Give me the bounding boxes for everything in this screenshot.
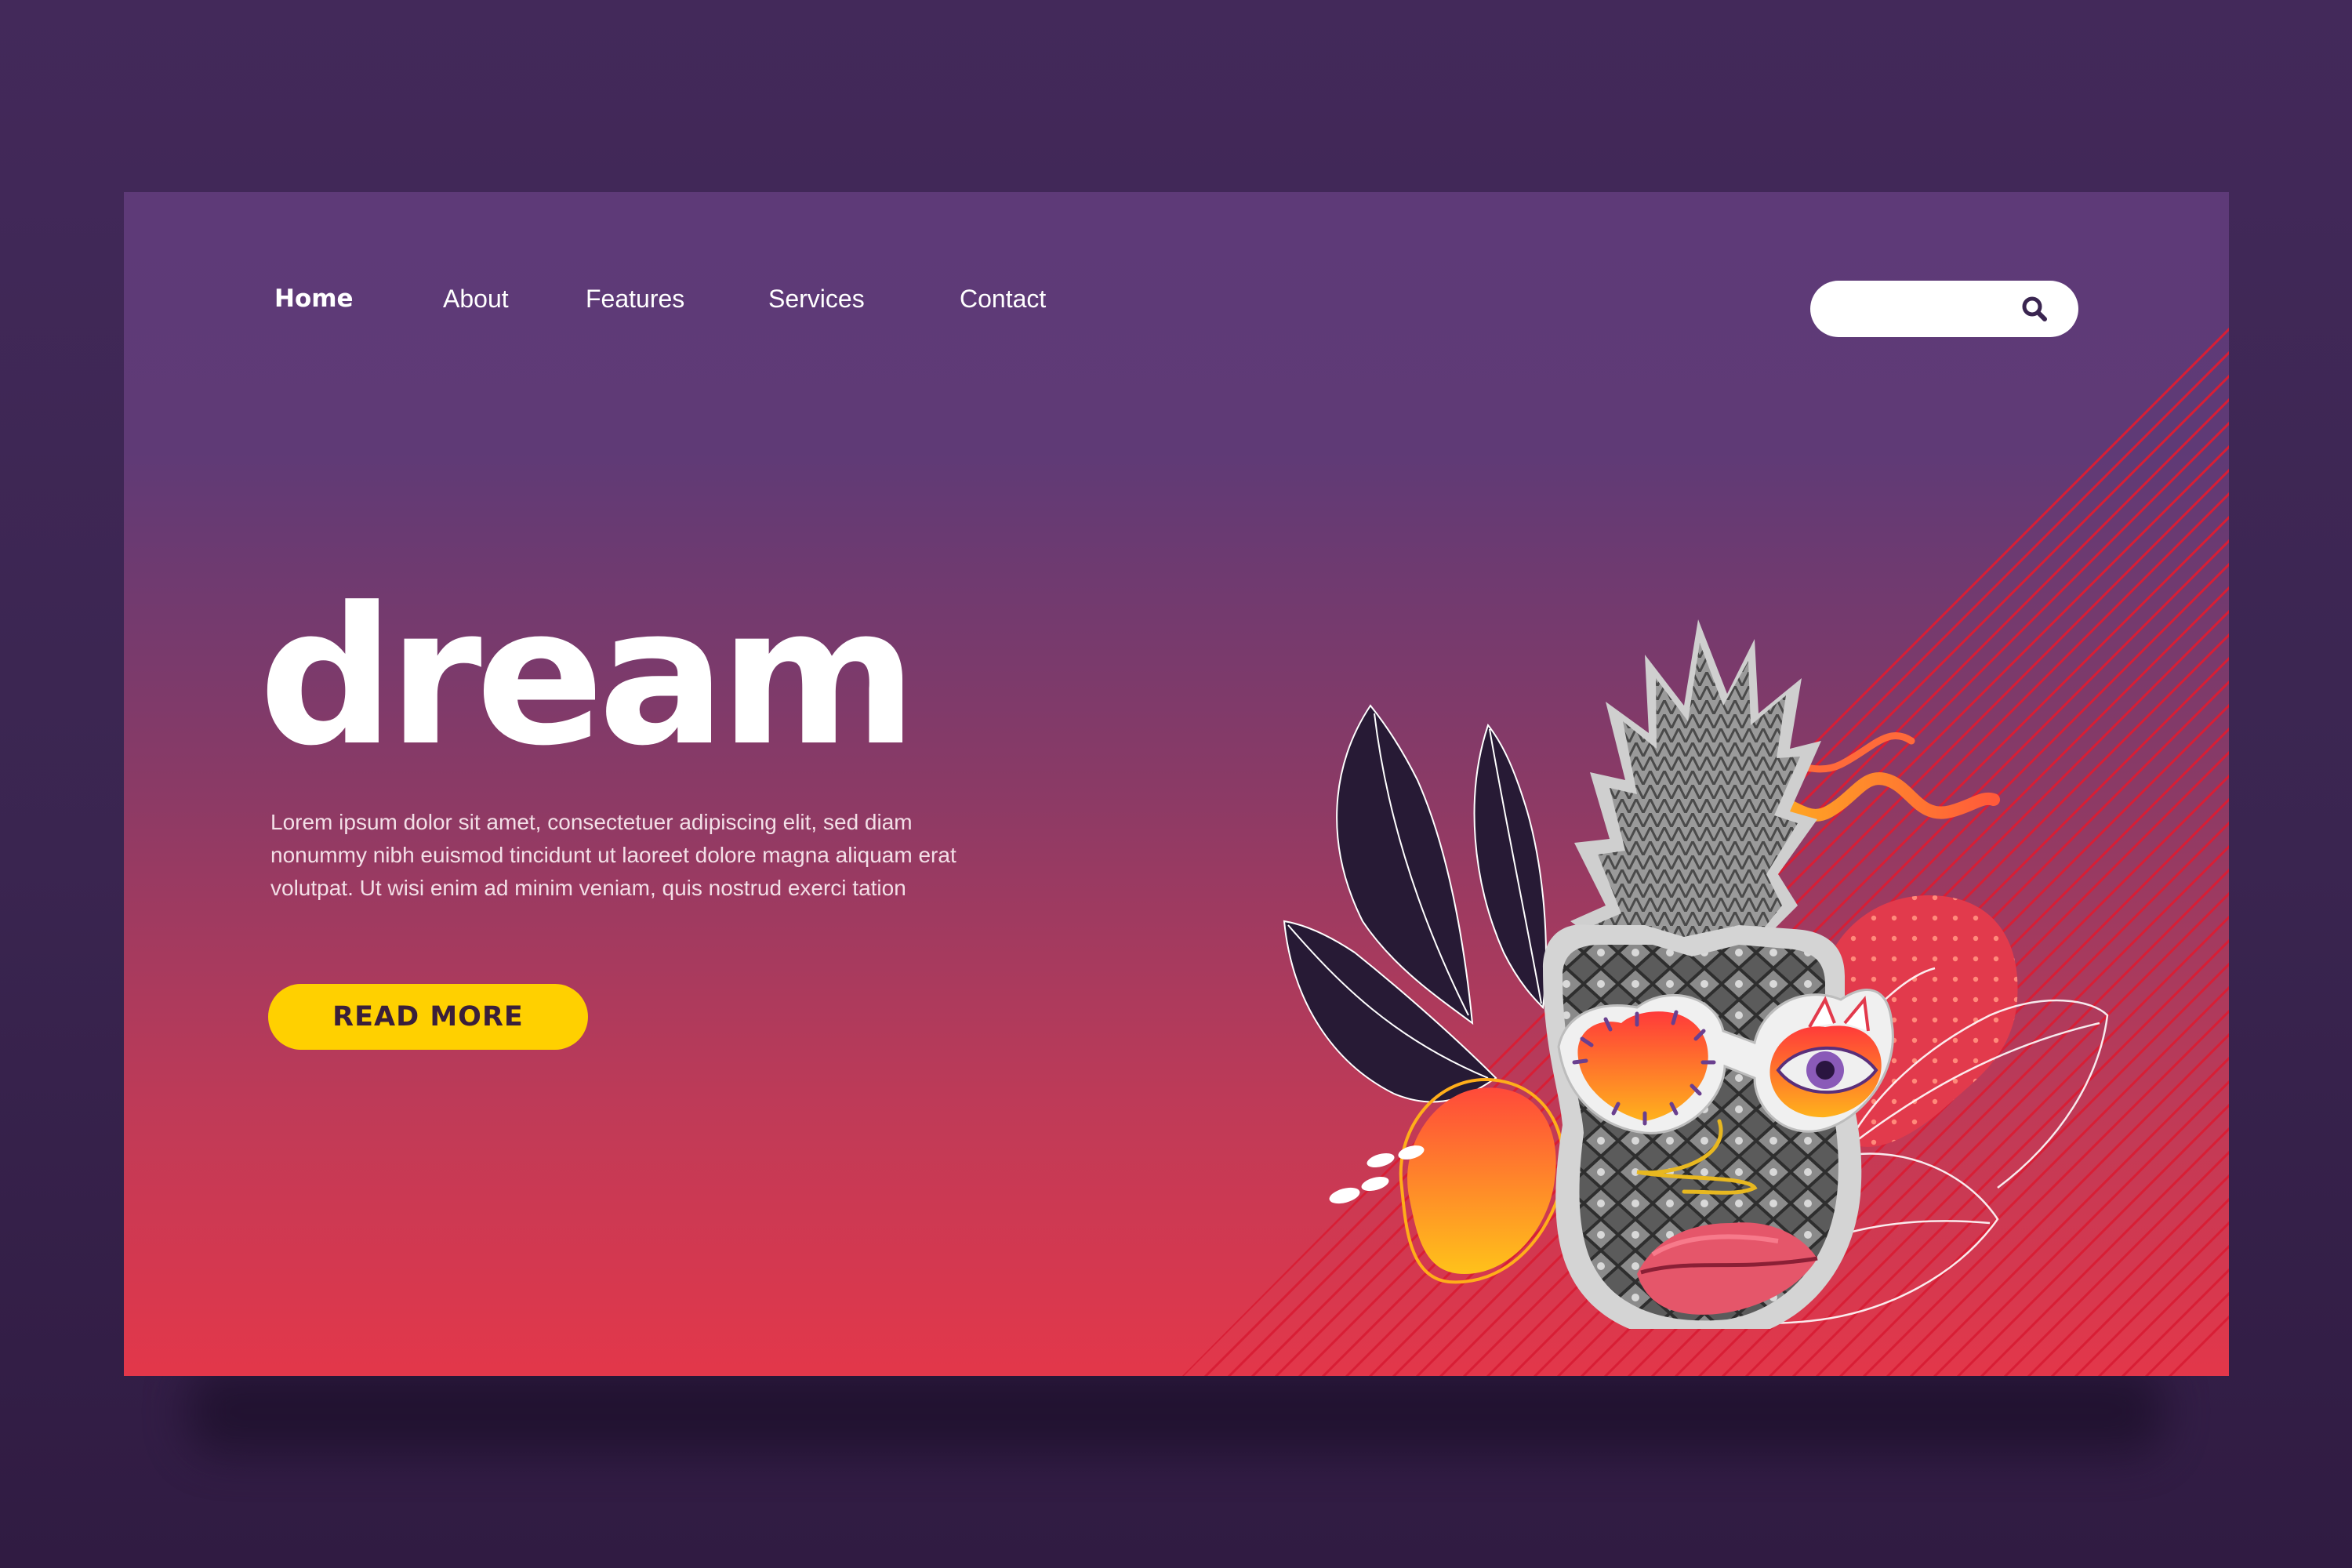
nav-features-link[interactable]: Features bbox=[586, 285, 684, 314]
nav-about-link[interactable]: About bbox=[443, 285, 509, 314]
landing-page: Home About Features Services Contact dre… bbox=[124, 192, 2229, 1376]
hero-title: dream bbox=[259, 567, 917, 788]
hero-description: Lorem ipsum dolor sit amet, consectetuer… bbox=[270, 810, 956, 900]
read-more-button[interactable]: READ MORE bbox=[268, 984, 588, 1050]
search-icon[interactable] bbox=[2019, 293, 2050, 325]
search-input[interactable] bbox=[1834, 292, 2017, 328]
search-bar bbox=[1810, 281, 2078, 337]
pineapple-illustration bbox=[1283, 619, 2109, 1329]
orange-blob bbox=[1407, 1087, 1556, 1274]
nav-contact-link[interactable]: Contact bbox=[960, 285, 1046, 314]
dark-leaves bbox=[1283, 704, 1547, 1103]
top-navigation: Home About Features Services Contact bbox=[124, 192, 2229, 337]
page-shadow bbox=[188, 1368, 2164, 1454]
nav-services-link[interactable]: Services bbox=[768, 285, 865, 314]
nav-home-link[interactable]: Home bbox=[274, 285, 354, 313]
